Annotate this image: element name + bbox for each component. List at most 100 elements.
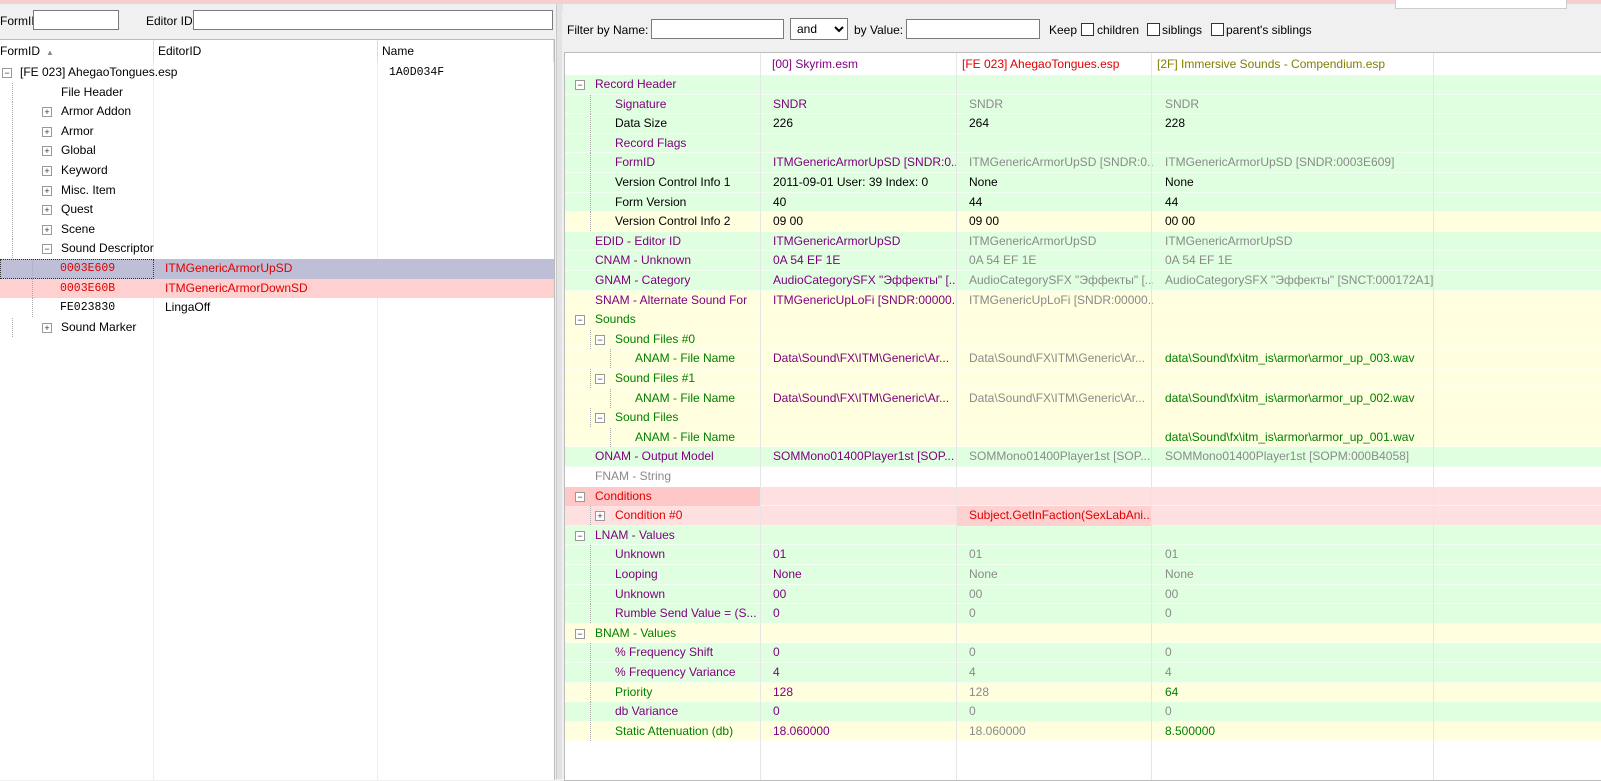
tree-record-row[interactable]: 0003E609 ITMGenericArmorUpSD — [0, 259, 554, 279]
field-value[interactable] — [1165, 330, 1435, 350]
collapse-icon[interactable]: − — [595, 374, 605, 384]
field-value[interactable]: SNDR — [1165, 95, 1435, 115]
field-value[interactable]: Data\Sound\FX\ITM\Generic\Ar... — [969, 349, 1153, 369]
tree-group-row[interactable]: − [FE 023] AhegaoTongues.esp 1A0D034F — [0, 63, 554, 83]
field-value[interactable]: 0 — [773, 643, 957, 663]
field-value[interactable] — [1165, 487, 1435, 507]
field-value[interactable]: 18.060000 — [969, 722, 1153, 742]
keep-siblings-label[interactable]: siblings — [1162, 23, 1202, 37]
field-value[interactable] — [773, 369, 957, 389]
field-value[interactable] — [773, 467, 957, 487]
collapse-icon[interactable]: − — [575, 315, 585, 326]
collapse-icon[interactable]: − — [575, 628, 585, 639]
field-value[interactable]: AudioCategorySFX "Эффекты" [... — [773, 271, 957, 291]
field-value[interactable]: 0 — [1165, 604, 1435, 624]
field-value[interactable]: 18.060000 — [773, 722, 957, 742]
field-value[interactable]: data\Sound\fx\itm_is\armor\armor_up_003.… — [1165, 349, 1435, 369]
collapse-icon[interactable]: − — [2, 68, 12, 78]
field-value[interactable] — [773, 487, 957, 507]
field-value[interactable]: None — [1165, 565, 1435, 585]
field-value[interactable]: 00 — [773, 585, 957, 605]
column-header-name[interactable]: Name — [378, 40, 554, 62]
expand-icon[interactable]: + — [42, 107, 52, 118]
field-value[interactable]: 264 — [969, 114, 1153, 134]
field-value[interactable]: 4 — [1165, 663, 1435, 683]
collapse-icon[interactable]: − — [595, 413, 605, 424]
grid-row[interactable]: − Sound Files #1 — [565, 369, 1601, 389]
expand-icon[interactable]: + — [42, 166, 52, 176]
field-value[interactable] — [969, 526, 1153, 546]
field-value[interactable] — [1165, 134, 1435, 154]
field-value[interactable]: 2011-09-01 User: 39 Index: 0 — [773, 173, 957, 193]
keep-parents-siblings-checkbox[interactable] — [1211, 23, 1224, 36]
field-value[interactable]: None — [969, 565, 1153, 585]
field-value[interactable]: ITMGenericArmorUpSD [SNDR:0... — [773, 153, 957, 173]
field-value[interactable] — [969, 134, 1153, 154]
field-value[interactable]: SOMMono01400Player1st [SOP... — [773, 447, 957, 467]
keep-siblings-checkbox[interactable] — [1147, 23, 1160, 36]
expand-icon[interactable]: + — [595, 511, 605, 522]
grid-row[interactable]: Form Version 40 44 44 — [565, 192, 1601, 213]
field-value[interactable]: 00 — [969, 585, 1153, 605]
field-value[interactable] — [1165, 408, 1435, 428]
field-value[interactable] — [1165, 369, 1435, 389]
field-value[interactable] — [1165, 75, 1435, 95]
field-value[interactable] — [773, 75, 957, 95]
grid-row[interactable]: Record Flags — [565, 133, 1601, 154]
field-value[interactable]: 01 — [969, 545, 1153, 565]
grid-row[interactable]: ANAM - File Name Data\Sound\FX\ITM\Generi… — [565, 388, 1601, 409]
field-value[interactable]: 0A 54 EF 1E — [969, 251, 1153, 271]
grid-row[interactable]: Priority 128 128 64 — [565, 682, 1601, 703]
grid-row[interactable]: − Sounds — [565, 310, 1601, 330]
tree-group-row[interactable]: + Global — [0, 141, 554, 161]
keep-parents-siblings-label[interactable]: parent's siblings — [1226, 23, 1312, 37]
field-value[interactable] — [773, 428, 957, 448]
field-value[interactable] — [1165, 310, 1435, 330]
grid-row[interactable]: CNAM - Unknown 0A 54 EF 1E 0A 54 EF 1E 0A 5… — [565, 251, 1601, 271]
field-value[interactable]: 0 — [1165, 643, 1435, 663]
field-value[interactable]: 0A 54 EF 1E — [773, 251, 957, 271]
collapse-icon[interactable]: − — [595, 334, 605, 345]
collapse-icon[interactable]: − — [42, 244, 52, 255]
field-value[interactable]: 44 — [969, 193, 1153, 213]
field-value[interactable] — [773, 408, 957, 428]
field-value[interactable]: 01 — [1165, 545, 1435, 565]
field-value[interactable]: data\Sound\fx\itm_is\armor\armor_up_002.… — [1165, 389, 1435, 409]
tree-group-row[interactable]: + Misc. Item — [0, 180, 554, 201]
grid-row[interactable]: − Record Header — [565, 75, 1601, 95]
field-value[interactable]: None — [969, 173, 1153, 193]
tree-group-row[interactable]: + Sound Marker — [0, 317, 554, 338]
field-value[interactable]: Data\Sound\FX\ITM\Generic\Ar... — [773, 349, 957, 369]
field-value[interactable]: 0 — [1165, 702, 1435, 722]
field-value[interactable] — [969, 467, 1153, 487]
grid-row[interactable]: − Conditions — [565, 486, 1601, 507]
field-value[interactable]: 00 00 — [1165, 212, 1435, 232]
field-value[interactable]: ITMGenericUpLoFi [SNDR:00000... — [773, 291, 957, 311]
collapse-icon[interactable]: − — [575, 530, 585, 541]
field-value[interactable] — [773, 330, 957, 350]
field-value[interactable]: AudioCategorySFX "Эффекты" [... — [969, 271, 1153, 291]
field-value[interactable]: 228 — [1165, 114, 1435, 134]
grid-row[interactable]: FormID ITMGenericArmorUpSD [SNDR:0... ITMG… — [565, 153, 1601, 173]
grid-row[interactable]: SNAM - Alternate Sound For ITMGenericUpLo… — [565, 290, 1601, 311]
grid-row[interactable]: Looping None None None — [565, 565, 1601, 585]
field-value[interactable]: ITMGenericArmorUpSD — [1165, 232, 1435, 252]
field-value[interactable]: ITMGenericUpLoFi [SNDR:00000... — [969, 291, 1153, 311]
field-value[interactable]: SNDR — [969, 95, 1153, 115]
grid-row[interactable]: Signature SNDR SNDR SNDR — [565, 94, 1601, 115]
tree-record-row[interactable]: 0003E60B ITMGenericArmorDownSD — [0, 278, 554, 299]
grid-row[interactable]: Unknown 01 01 01 — [565, 545, 1601, 565]
grid-row[interactable]: ANAM - File Name Data\Sound\FX\ITM\Generi… — [565, 349, 1601, 369]
field-value[interactable] — [1165, 291, 1435, 311]
field-value[interactable] — [969, 487, 1153, 507]
collapse-icon[interactable]: − — [575, 491, 585, 502]
field-value[interactable] — [969, 408, 1153, 428]
expand-icon[interactable]: + — [42, 224, 52, 235]
field-value[interactable]: 0 — [969, 643, 1153, 663]
record-tree[interactable]: FormID ▲ EditorID Name − [FE 023] AhegaoTo… — [0, 39, 555, 780]
field-value[interactable]: 0 — [969, 702, 1153, 722]
field-value[interactable]: 8.500000 — [1165, 722, 1435, 742]
field-value[interactable] — [773, 506, 957, 526]
grid-row[interactable]: Version Control Info 1 2011-09-01 User: 3… — [565, 173, 1601, 193]
field-value[interactable]: 40 — [773, 193, 957, 213]
